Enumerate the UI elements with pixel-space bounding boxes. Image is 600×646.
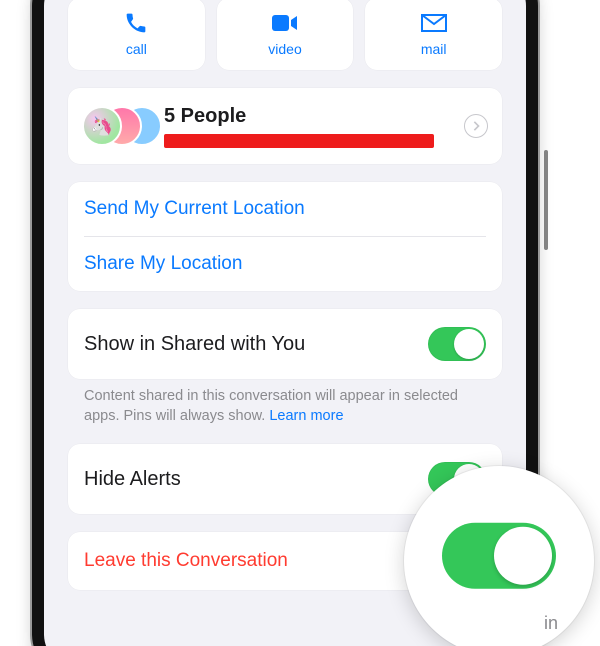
chevron-right-icon: [464, 114, 488, 138]
shared-with-you-toggle[interactable]: [428, 327, 486, 361]
learn-more-link[interactable]: Learn more: [269, 408, 343, 424]
call-button[interactable]: call: [68, 0, 205, 70]
video-icon: [272, 11, 298, 35]
callout-text-fragment: in: [544, 613, 558, 634]
people-row[interactable]: 🦄 5 People: [68, 88, 502, 164]
shared-with-you-note: Content shared in this conversation will…: [68, 379, 502, 426]
shared-with-you-card: Show in Shared with You: [68, 309, 502, 379]
send-current-location[interactable]: Send My Current Location: [68, 182, 502, 236]
hide-alerts-label: Hide Alerts: [84, 468, 181, 491]
redacted-subtitle: [164, 134, 434, 148]
hide-alerts-toggle-magnified: [442, 523, 556, 589]
video-label: video: [268, 41, 301, 57]
call-label: call: [126, 41, 147, 57]
shared-with-you-label: Show in Shared with You: [84, 333, 305, 356]
location-card: Send My Current Location Share My Locati…: [68, 182, 502, 291]
contact-actions-row: call video mail: [68, 0, 502, 70]
mail-button[interactable]: mail: [365, 0, 502, 70]
magnified-hide-alerts-callout: in: [404, 466, 594, 646]
share-my-location[interactable]: Share My Location: [68, 237, 502, 291]
group-avatars: 🦄: [82, 104, 154, 148]
mail-icon: [421, 11, 447, 35]
people-count: 5 People: [164, 105, 464, 128]
mail-label: mail: [421, 41, 447, 57]
avatar: 🦄: [82, 106, 122, 146]
people-card: 🦄 5 People: [68, 88, 502, 164]
phone-icon: [125, 11, 147, 35]
video-button[interactable]: video: [217, 0, 354, 70]
